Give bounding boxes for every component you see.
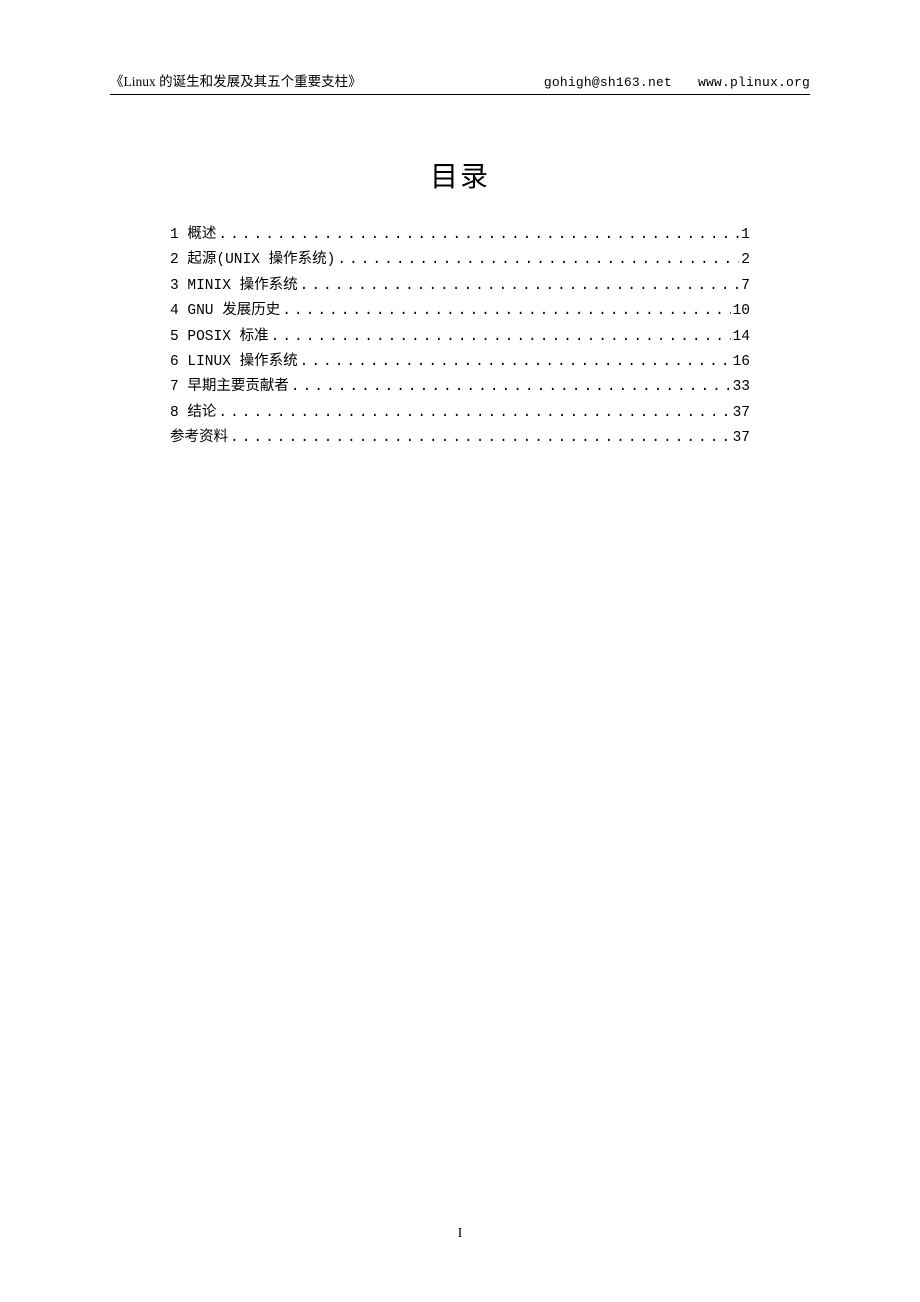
toc-label: 1 概述	[170, 223, 216, 248]
page-header: 《Linux 的诞生和发展及其五个重要支柱》 gohigh@sh163.net …	[110, 70, 810, 95]
toc-entry: 8 结论 37	[170, 401, 750, 426]
toc-label: 8 结论	[170, 401, 216, 426]
toc-entry: 3 MINIX 操作系统 7	[170, 274, 750, 299]
header-email: gohigh@sh163.net	[544, 75, 672, 90]
toc-entry: 2 起源(UNIX 操作系统) 2	[170, 248, 750, 273]
toc-label: 6 LINUX 操作系统	[170, 350, 298, 375]
toc-page-number: 1	[741, 223, 750, 248]
header-contact: gohigh@sh163.net www.plinux.org	[544, 75, 810, 90]
toc-entry: 4 GNU 发展历史 10	[170, 299, 750, 324]
toc-leader-dots	[271, 325, 731, 350]
toc-label: 参考资料	[170, 426, 228, 451]
toc-leader-dots	[291, 375, 731, 400]
toc-page-number: 33	[733, 375, 750, 400]
page-footer-number: I	[0, 1226, 920, 1242]
toc-page-number: 37	[733, 401, 750, 426]
header-title: 《Linux 的诞生和发展及其五个重要支柱》	[110, 70, 362, 90]
toc-leader-dots	[300, 274, 740, 299]
toc-label: 4 GNU 发展历史	[170, 299, 280, 324]
table-of-contents: 1 概述 1 2 起源(UNIX 操作系统) 2 3 MINIX 操作系统 7 …	[110, 223, 810, 451]
toc-label: 5 POSIX 标准	[170, 325, 269, 350]
toc-page-number: 2	[741, 248, 750, 273]
toc-leader-dots	[230, 426, 731, 451]
toc-page-number: 14	[733, 325, 750, 350]
toc-label: 7 早期主要贡献者	[170, 375, 289, 400]
toc-entry: 7 早期主要贡献者 33	[170, 375, 750, 400]
document-page: 《Linux 的诞生和发展及其五个重要支柱》 gohigh@sh163.net …	[0, 0, 920, 451]
toc-page-number: 7	[741, 274, 750, 299]
toc-leader-dots	[218, 223, 739, 248]
toc-leader-dots	[218, 401, 730, 426]
toc-page-number: 10	[733, 299, 750, 324]
toc-leader-dots	[300, 350, 731, 375]
toc-leader-dots	[337, 248, 739, 273]
toc-page-number: 16	[733, 350, 750, 375]
toc-page-number: 37	[733, 426, 750, 451]
toc-entry: 参考资料 37	[170, 426, 750, 451]
toc-label: 2 起源(UNIX 操作系统)	[170, 248, 335, 273]
toc-entry: 6 LINUX 操作系统 16	[170, 350, 750, 375]
toc-entry: 1 概述 1	[170, 223, 750, 248]
toc-entry: 5 POSIX 标准 14	[170, 325, 750, 350]
toc-heading: 目录	[110, 155, 810, 195]
toc-label: 3 MINIX 操作系统	[170, 274, 298, 299]
header-website: www.plinux.org	[698, 75, 810, 90]
toc-leader-dots	[282, 299, 730, 324]
